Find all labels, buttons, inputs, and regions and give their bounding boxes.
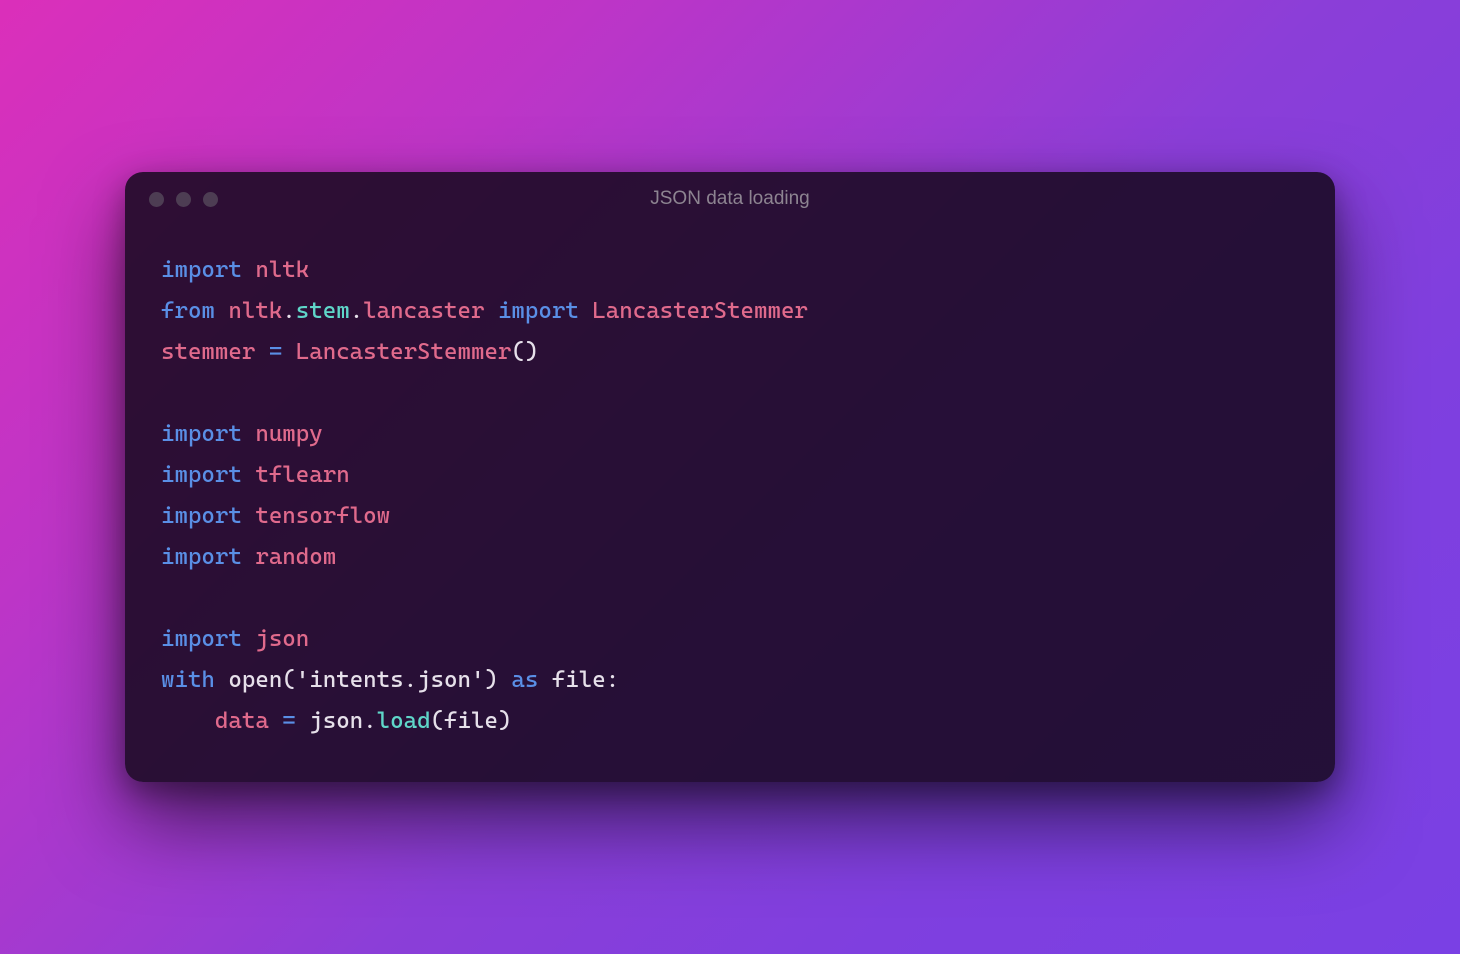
code-token: . [282,298,295,324]
close-icon[interactable] [149,192,164,207]
code-token: () [511,339,538,365]
code-token: tflearn [255,462,349,488]
code-token: ( [282,667,295,693]
minimize-icon[interactable] [176,192,191,207]
code-token: nltk [255,257,309,283]
code-token: load [377,708,431,734]
code-token: 'intents.json' [296,667,485,693]
code-token: json [309,708,363,734]
code-token: nltk [228,298,282,324]
code-token: . [363,708,376,734]
code-token: import [161,257,255,283]
code-token: tensorflow [255,503,390,529]
traffic-lights [149,192,218,207]
code-token: open [228,667,282,693]
code-token: file [444,708,498,734]
code-token: . [350,298,363,324]
window-title: JSON data loading [125,188,1335,210]
code-token: stemmer [161,339,269,365]
code-token: import [161,503,255,529]
titlebar: JSON data loading [125,172,1335,226]
code-token: random [255,544,336,570]
code-token: lancaster [363,298,498,324]
code-token: import [161,462,255,488]
code-token: ) [484,667,511,693]
code-token: LancasterStemmer [592,298,808,324]
code-token: with [161,667,228,693]
code-token: file [552,667,606,693]
maximize-icon[interactable] [203,192,218,207]
code-token: as [511,667,551,693]
code-token: json [255,626,309,652]
code-area: import nltk from nltk.stem.lancaster imp… [125,226,1335,781]
code-token: = [282,708,309,734]
code-token: import [498,298,592,324]
code-block[interactable]: import nltk from nltk.stem.lancaster imp… [161,250,1299,741]
code-token: import [161,421,255,447]
code-token: ) [498,708,511,734]
code-token: from [161,298,228,324]
code-token [161,708,215,734]
code-token: stem [296,298,350,324]
code-window: JSON data loading import nltk from nltk.… [125,172,1335,781]
code-token: ( [431,708,444,734]
code-token: numpy [255,421,322,447]
code-token: import [161,544,255,570]
code-token: = [269,339,296,365]
code-token: LancasterStemmer [296,339,512,365]
code-token: import [161,626,255,652]
code-token: data [215,708,282,734]
code-token: : [606,667,619,693]
